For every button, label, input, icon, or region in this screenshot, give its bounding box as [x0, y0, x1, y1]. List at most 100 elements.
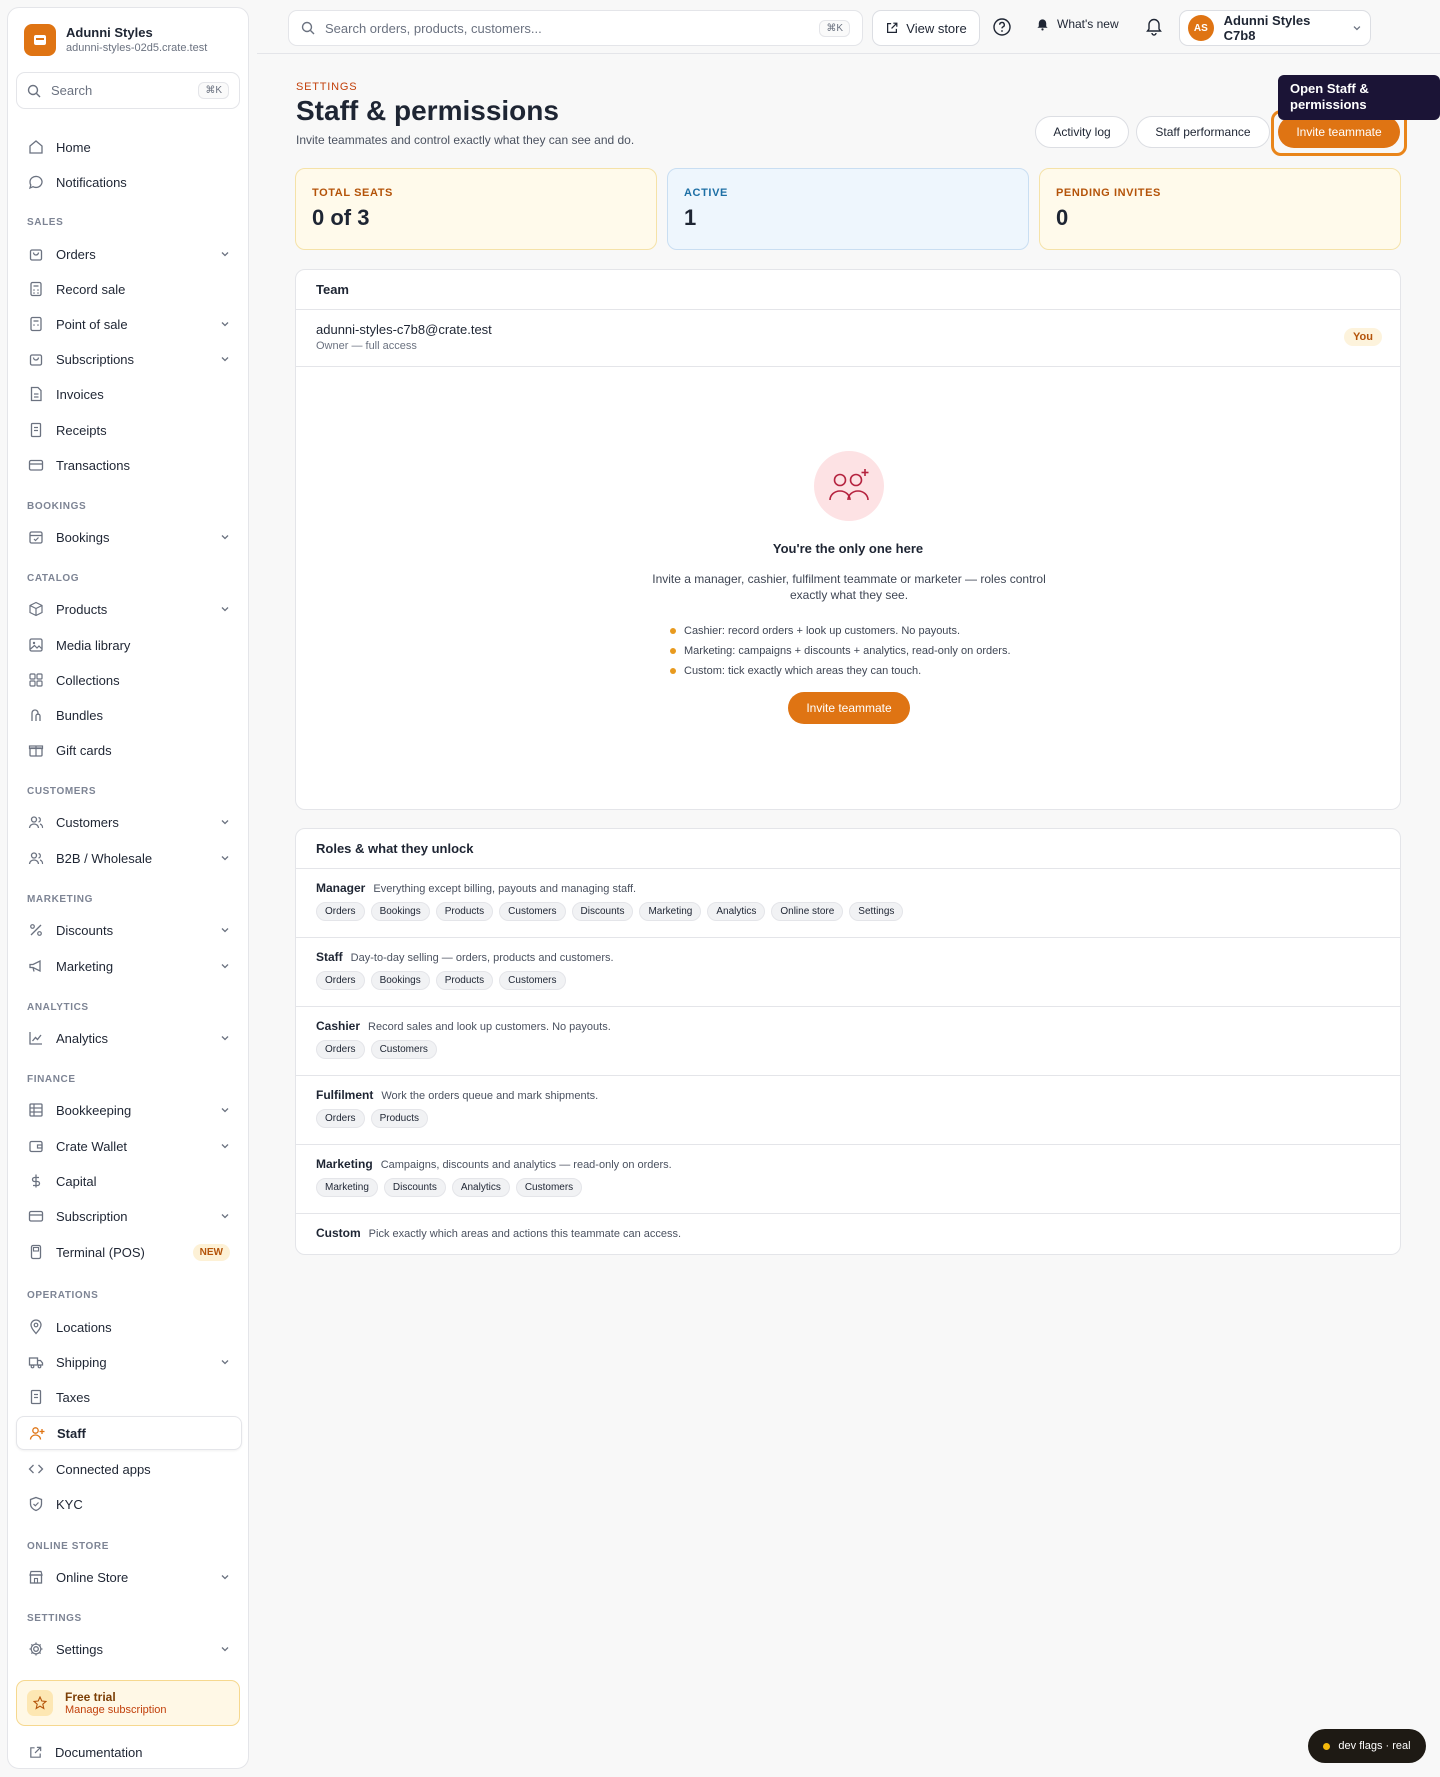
permission-chip: Analytics — [707, 902, 766, 921]
page-subtitle: Invite teammates and control exactly wha… — [296, 133, 635, 147]
role-hint: Custom: tick exactly which areas they ca… — [670, 661, 1011, 681]
sidebar-item-customers[interactable]: Customers — [16, 805, 242, 839]
empty-state-invite-button[interactable]: Invite teammate — [788, 692, 910, 724]
chevron-down-icon — [221, 1036, 229, 1041]
permission-chip: Analytics — [451, 1178, 510, 1197]
account-menu[interactable]: AS Adunni Styles C7b8 — [1179, 10, 1371, 46]
free-trial-card[interactable]: Free trial Manage subscription — [16, 1680, 240, 1726]
role-name: Marketing — [316, 1157, 373, 1171]
sidebar-item-marketing[interactable]: Marketing — [16, 949, 242, 983]
whats-new-button[interactable]: What's new — [1036, 17, 1119, 31]
permission-chip: Online store — [771, 902, 844, 921]
sidebar-item-point-of-sale[interactable]: Point of sale — [16, 307, 242, 341]
terminal-device-icon — [30, 1244, 42, 1260]
bundle-icon — [31, 709, 41, 721]
permission-chip: Orders — [316, 1040, 365, 1059]
sidebar-item-settings[interactable]: Settings — [16, 1632, 242, 1666]
notifications-button[interactable] — [1144, 17, 1164, 37]
sidebar-item-staff[interactable]: Staff — [16, 1416, 242, 1450]
gear-icon — [29, 1642, 43, 1656]
users-plus-icon — [814, 451, 884, 521]
brand[interactable]: Adunni Styles adunni-styles-02d5.crate.t… — [24, 24, 207, 56]
sidebar-item-products[interactable]: Products — [16, 592, 242, 626]
permission-chip: Customers — [515, 1178, 583, 1197]
sidebar-item-receipts[interactable]: Receipts — [16, 413, 242, 447]
permission-chips: Orders Products — [316, 1109, 1380, 1128]
permission-chips: Orders Bookings Products Customers Discounts… — [316, 902, 1380, 921]
activity-log-button[interactable]: Activity log — [1035, 116, 1129, 148]
sidebar-item-bookings[interactable]: Bookings — [16, 520, 242, 554]
chevron-down-icon — [221, 1214, 229, 1219]
invite-teammate-button[interactable]: Invite teammate — [1278, 116, 1400, 148]
sidebar-item-transactions[interactable]: Transactions — [16, 448, 242, 482]
role-row-manager: Manager Everything except billing, payout… — [296, 869, 1400, 938]
staff-performance-button[interactable]: Staff performance — [1136, 116, 1270, 148]
sidebar-item-bookkeeping[interactable]: Bookkeeping — [16, 1093, 242, 1127]
chevron-down-icon — [221, 322, 229, 327]
permission-chip: Discounts — [571, 902, 634, 921]
sidebar-item-analytics[interactable]: Analytics — [16, 1021, 242, 1055]
permission-chip: Orders — [316, 1109, 365, 1128]
role-row-marketing: Marketing Campaigns, discounts and analyt… — [296, 1145, 1400, 1214]
sidebar-item-connected-apps[interactable]: Connected apps — [16, 1452, 242, 1486]
store-logo-icon — [24, 24, 56, 56]
sidebar-item-terminal-pos[interactable]: Terminal (POS) NEW — [16, 1235, 242, 1269]
sidebar-item-online-store[interactable]: Online Store — [16, 1560, 242, 1594]
team-card: Team adunni-styles-c7b8@crate.test Owner… — [295, 269, 1401, 810]
chevron-down-icon — [221, 357, 229, 362]
calculator-icon — [30, 316, 42, 332]
permission-chip: Settings — [849, 902, 904, 921]
credit-card-icon — [28, 1210, 44, 1222]
sidebar-item-gift-cards[interactable]: Gift cards — [16, 733, 242, 767]
role-description: Day-to-day selling — orders, products an… — [350, 952, 614, 964]
documentation-link[interactable]: Documentation — [16, 1736, 240, 1768]
role-hints: Cashier: record orders + look up custome… — [670, 621, 1011, 681]
sidebar-item-subscription[interactable]: Subscription — [16, 1199, 242, 1233]
chevron-down-icon — [221, 928, 229, 933]
manage-subscription-link[interactable]: Manage subscription — [65, 1704, 167, 1716]
sidebar-item-orders[interactable]: Orders — [16, 237, 242, 271]
page-title: Staff & permissions — [296, 95, 559, 126]
receipt-icon — [30, 1389, 42, 1405]
role-description: Record sales and look up customers. No p… — [368, 1021, 611, 1033]
permission-chip: Products — [435, 902, 494, 921]
sidebar-item-subscriptions[interactable]: Subscriptions — [16, 342, 242, 376]
help-button[interactable] — [992, 17, 1012, 37]
role-name: Cashier — [316, 1019, 361, 1033]
sidebar-search[interactable]: Search ⌘K — [16, 72, 240, 109]
sidebar-item-record-sale[interactable]: Record sale — [16, 272, 242, 306]
dev-flags-pill[interactable]: dev flags · real — [1308, 1729, 1426, 1763]
section-marketing: MARKETING — [27, 894, 93, 905]
shopping-bag-icon — [29, 249, 43, 261]
sidebar-item-invoices[interactable]: Invoices — [16, 377, 242, 411]
permission-chip: Products — [370, 1109, 429, 1128]
global-search[interactable]: Search orders, products, customers... ⌘K — [288, 10, 863, 46]
permission-chip: Customers — [499, 902, 566, 921]
sidebar-item-b2b-wholesale[interactable]: B2B / Wholesale — [16, 841, 242, 875]
sidebar-item-discounts[interactable]: Discounts — [16, 913, 242, 947]
external-link-icon — [887, 22, 898, 33]
sidebar-item-shipping[interactable]: Shipping — [16, 1345, 242, 1379]
sidebar-item-media-library[interactable]: Media library — [16, 628, 242, 662]
users-icon — [28, 852, 44, 865]
chevron-down-icon — [221, 1360, 229, 1365]
chevron-down-icon — [221, 1647, 229, 1652]
sidebar-item-crate-wallet[interactable]: Crate Wallet — [16, 1129, 242, 1163]
sidebar-item-bundles[interactable]: Bundles — [16, 698, 242, 732]
sidebar-item-taxes[interactable]: Taxes — [16, 1380, 242, 1414]
sidebar-item-locations[interactable]: Locations — [16, 1310, 242, 1344]
help-circle-icon — [993, 18, 1011, 36]
sidebar-item-home[interactable]: Home — [16, 130, 242, 164]
role-description: Campaigns, discounts and analytics — rea… — [380, 1159, 672, 1171]
sidebar-item-capital[interactable]: Capital — [16, 1164, 242, 1198]
sidebar-item-kyc[interactable]: KYC — [16, 1487, 242, 1521]
role-name: Staff — [316, 950, 343, 964]
roles-list: Manager Everything except billing, payout… — [296, 869, 1400, 1256]
sidebar-item-notifications[interactable]: Notifications — [16, 165, 242, 199]
discount-icon — [30, 924, 42, 936]
view-store-button[interactable]: View store — [872, 10, 980, 46]
sidebar-item-collections[interactable]: Collections — [16, 663, 242, 697]
line-chart-icon — [29, 1032, 42, 1045]
role-hint: Cashier: record orders + look up custome… — [670, 621, 1011, 641]
team-member-row[interactable]: adunni-styles-c7b8@crate.test Owner — fu… — [296, 310, 1400, 367]
